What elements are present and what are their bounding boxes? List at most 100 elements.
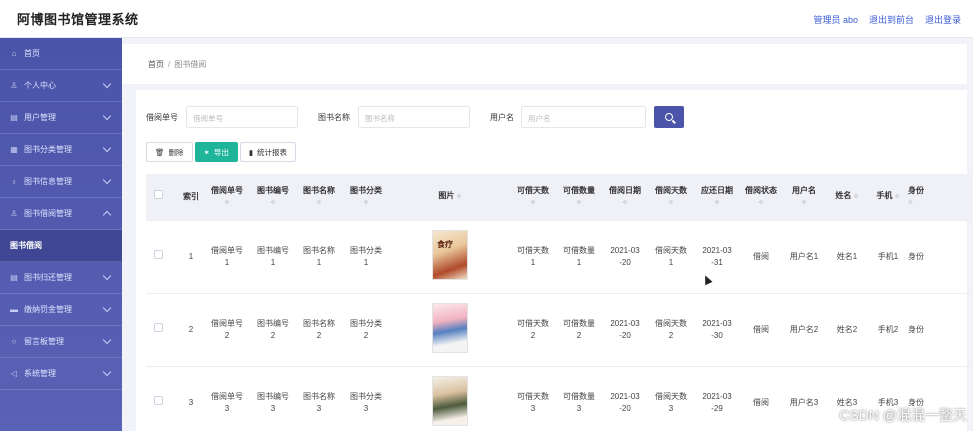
delete-button[interactable]: 🗑 删除 <box>146 142 193 162</box>
sidebar-item-return[interactable]: ▤ 图书归还管理 <box>0 262 122 294</box>
header-book-name[interactable]: 图书名称 ≎ <box>296 174 342 221</box>
cell-borrow-no: 借阅单号 2 <box>204 293 250 367</box>
cell-image <box>390 366 510 431</box>
cell-index: 1 <box>178 220 204 294</box>
cell-can-days: 可借天数 2 <box>510 293 556 367</box>
sidebar-item-category[interactable]: ▦ 图书分类管理 <box>0 134 122 166</box>
cell-can-qty: 可借数量 2 <box>556 293 602 367</box>
header-borrow-date[interactable]: 借阅日期 ≎ <box>602 174 648 221</box>
watermark: CSDN @混混一整天 <box>839 407 967 423</box>
front-link[interactable]: 退出到前台 <box>869 13 914 26</box>
export-icon: ✶ <box>203 147 210 157</box>
top-actions: 管理员 abo 退出到前台 退出登录 <box>813 13 961 26</box>
header-due-date[interactable]: 应还日期 ≎ <box>694 174 740 221</box>
trash-icon: 🗑 <box>155 147 165 157</box>
chevron-down-icon <box>102 143 112 153</box>
stats-button[interactable]: ▮ 统计报表 <box>239 142 296 162</box>
header-name[interactable]: 姓名 ≎ <box>826 174 868 221</box>
chevron-down-icon <box>102 367 112 377</box>
stats-label: 统计报表 <box>256 147 287 157</box>
sidebar-item-users[interactable]: ▤ 用户管理 <box>0 102 122 134</box>
cell-book-name: 图书名称 3 <box>296 366 342 431</box>
sidebar-item-label: 用户管理 <box>24 113 56 122</box>
sidebar-item-label: 首页 <box>24 49 40 58</box>
export-label: 导出 <box>213 147 229 157</box>
sidebar-subitem-borrow[interactable]: 图书借阅 <box>0 230 122 262</box>
search-button[interactable] <box>654 106 684 128</box>
cell-borrow-days: 借阅天数 2 <box>648 293 694 367</box>
row-checkbox[interactable] <box>146 293 178 367</box>
cell-name: 姓名2 <box>826 293 868 367</box>
header-image[interactable]: 图片 ≎ <box>390 174 510 221</box>
sidebar-item-home[interactable]: ⌂ 首页 <box>0 38 122 70</box>
cell-can-days: 可借天数 3 <box>510 366 556 431</box>
header-can-days[interactable]: 可借天数 ≎ <box>510 174 556 221</box>
toolbar: 🗑 删除 ✶ 导出 ▮ 统计报表 <box>146 142 296 162</box>
sidebar-item-message[interactable]: ○ 留言板管理 <box>0 326 122 358</box>
header-phone[interactable]: 手机 ≎ <box>868 174 908 221</box>
cell-book-no: 图书编号 3 <box>250 366 296 431</box>
header-borrow-days[interactable]: 借阅天数 ≎ <box>648 174 694 221</box>
cell-username: 用户名2 <box>782 293 826 367</box>
cell-status: 借阅 <box>740 366 782 431</box>
chevron-down-icon <box>102 79 112 89</box>
table-row[interactable]: 2 借阅单号 2 图书编号 2 图书名称 2 图书分类 2 可借天数 2 可借数量 2 2021-03 -2… <box>146 293 973 367</box>
cell-phone: 手机1 <box>868 220 908 294</box>
row-checkbox[interactable] <box>146 220 178 294</box>
sidebar-item-label: 图书分类管理 <box>24 145 72 154</box>
header-can-qty[interactable]: 可借数量 ≎ <box>556 174 602 221</box>
search-bar: 借阅单号 借阅单号 图书名称 图书名称 用户名 用户名 <box>136 106 967 128</box>
username-label: 用户名 <box>490 113 514 122</box>
sidebar-item-fine[interactable]: ▬ 缴纳罚金管理 <box>0 294 122 326</box>
cell-book-name: 图书名称 2 <box>296 293 342 367</box>
book-cover-image[interactable] <box>432 375 468 426</box>
row-checkbox[interactable] <box>146 366 178 431</box>
sidebar-item-label: 图书信息管理 <box>24 177 72 186</box>
cell-borrow-no: 借阅单号 1 <box>204 220 250 294</box>
book-cover-title: 食疗 <box>437 239 453 249</box>
sidebar-item-label: 个人中心 <box>24 81 56 90</box>
breadcrumb-current: 图书借阅 <box>174 59 207 69</box>
cell-idcard: 身份 <box>908 293 973 367</box>
book-cover-image[interactable] <box>432 302 468 353</box>
table-header-row: 索引 借阅单号 ≎ 图书编号 ≎ 图书名称 ≎ 图书分类 ≎ 图片 ≎ 可借天数 ≎ 可借… <box>146 174 973 221</box>
book-cover-image[interactable]: 食疗 <box>432 229 468 280</box>
logout-link[interactable]: 退出登录 <box>925 13 961 26</box>
header-status[interactable]: 借阅状态 ≎ <box>740 174 782 221</box>
header-book-no[interactable]: 图书编号 ≎ <box>250 174 296 221</box>
cell-book-cat: 图书分类 3 <box>342 366 390 431</box>
header-book-cat[interactable]: 图书分类 ≎ <box>342 174 390 221</box>
sidebar-item-profile[interactable]: ♙ 个人中心 <box>0 70 122 102</box>
header-username[interactable]: 用户名 ≎ <box>782 174 826 221</box>
content-panel: 借阅单号 借阅单号 图书名称 图书名称 用户名 用户名 🗑 删除 ✶ 导出 ▮ … <box>136 90 973 431</box>
cell-phone: 手机2 <box>868 293 908 367</box>
select-all-checkbox[interactable] <box>146 174 178 221</box>
sidebar-item-label: 留言板管理 <box>24 337 64 346</box>
chevron-up-icon <box>102 210 112 220</box>
chevron-down-icon <box>102 303 112 313</box>
cell-image <box>390 293 510 367</box>
chevron-down-icon <box>102 111 112 121</box>
cell-borrow-date: 2021-03 -20 <box>602 366 648 431</box>
app-title: 阿博图书馆管理系统 <box>17 12 139 27</box>
sidebar-item-borrow[interactable]: ♙ 图书借阅管理 <box>0 198 122 230</box>
header-idcard[interactable]: 身份 ≎ <box>908 174 973 221</box>
sidebar-item-label: 缴纳罚金管理 <box>24 305 72 314</box>
header-borrow-no[interactable]: 借阅单号 ≎ <box>204 174 250 221</box>
bar-chart-icon: ▮ <box>248 147 253 157</box>
table-row[interactable]: 1 借阅单号 1 图书编号 1 图书名称 1 图书分类 1 食疗 可借天数 1 可借数量 1 2021-03… <box>146 220 973 294</box>
export-button[interactable]: ✶ 导出 <box>194 142 238 162</box>
username-input[interactable]: 用户名 <box>521 106 646 128</box>
cell-can-days: 可借天数 1 <box>510 220 556 294</box>
borrow-no-input[interactable]: 借阅单号 <box>186 106 298 128</box>
sidebar-item-bookinfo[interactable]: ♁ 图书信息管理 <box>0 166 122 198</box>
top-bar: 阿博图书馆管理系统 管理员 abo 退出到前台 退出登录 <box>0 0 973 38</box>
search-icon <box>665 113 673 121</box>
book-name-input[interactable]: 图书名称 <box>358 106 470 128</box>
fine-icon: ▬ <box>10 305 18 314</box>
breadcrumb-home[interactable]: 首页 <box>148 59 164 70</box>
cell-due-date: 2021-03 -30 <box>694 293 740 367</box>
cell-status: 借阅 <box>740 293 782 367</box>
sidebar-item-system[interactable]: ◁ 系统管理 <box>0 358 122 390</box>
chevron-down-icon <box>102 335 112 345</box>
